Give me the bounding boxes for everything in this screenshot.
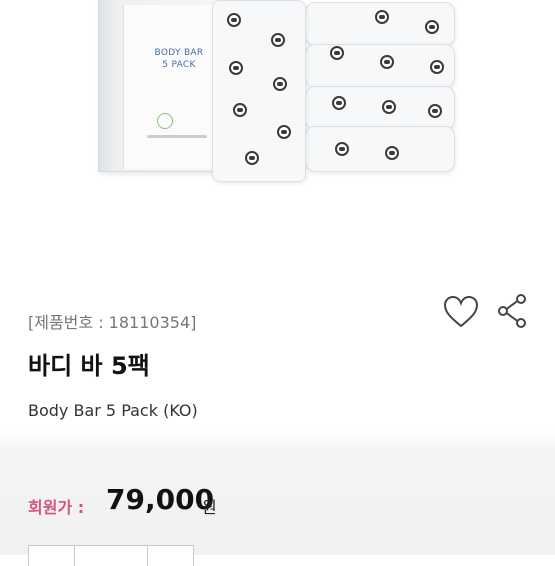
paw-print-icon: [273, 77, 287, 91]
product-code: [제품번호 : 18110354]: [28, 313, 197, 332]
paw-print-icon: [380, 55, 394, 69]
box-foot-mark: [147, 135, 207, 138]
paw-print-icon: [229, 61, 243, 75]
paw-print-icon: [330, 46, 344, 60]
paw-print-icon: [428, 104, 442, 118]
share-icon[interactable]: [497, 293, 529, 329]
box-label: BODY BAR 5 PACK: [154, 48, 204, 70]
paw-print-icon: [385, 146, 399, 160]
paw-print-icon: [382, 100, 396, 114]
paw-print-icon: [227, 13, 241, 27]
paw-print-icon: [233, 103, 247, 117]
soap-bar: [305, 126, 455, 172]
quantity-selector[interactable]: [28, 545, 194, 566]
price-section: [0, 430, 555, 555]
paw-print-icon: [332, 96, 346, 110]
paw-print-icon: [430, 60, 444, 74]
quantity-decrease-button[interactable]: [28, 545, 75, 566]
paw-print-icon: [245, 151, 259, 165]
product-subtitle: Body Bar 5 Pack (KO): [28, 401, 198, 420]
paw-print-icon: [335, 142, 349, 156]
soap-bar-front: [212, 0, 306, 182]
paw-print-icon: [277, 125, 291, 139]
paw-print-icon: [375, 10, 389, 24]
price-unit: 원: [202, 498, 217, 517]
price-value: 79,000: [106, 483, 215, 516]
product-title: 바디 바 5팩: [28, 352, 150, 380]
quantity-input[interactable]: [75, 545, 148, 566]
paw-print-icon: [271, 33, 285, 47]
price-label: 회원가 :: [28, 498, 85, 517]
product-image: BODY BAR 5 PACK: [0, 0, 555, 288]
box-logo-icon: [157, 113, 173, 129]
heart-icon[interactable]: [442, 295, 480, 329]
paw-print-icon: [425, 20, 439, 34]
quantity-increase-button[interactable]: [148, 545, 194, 566]
